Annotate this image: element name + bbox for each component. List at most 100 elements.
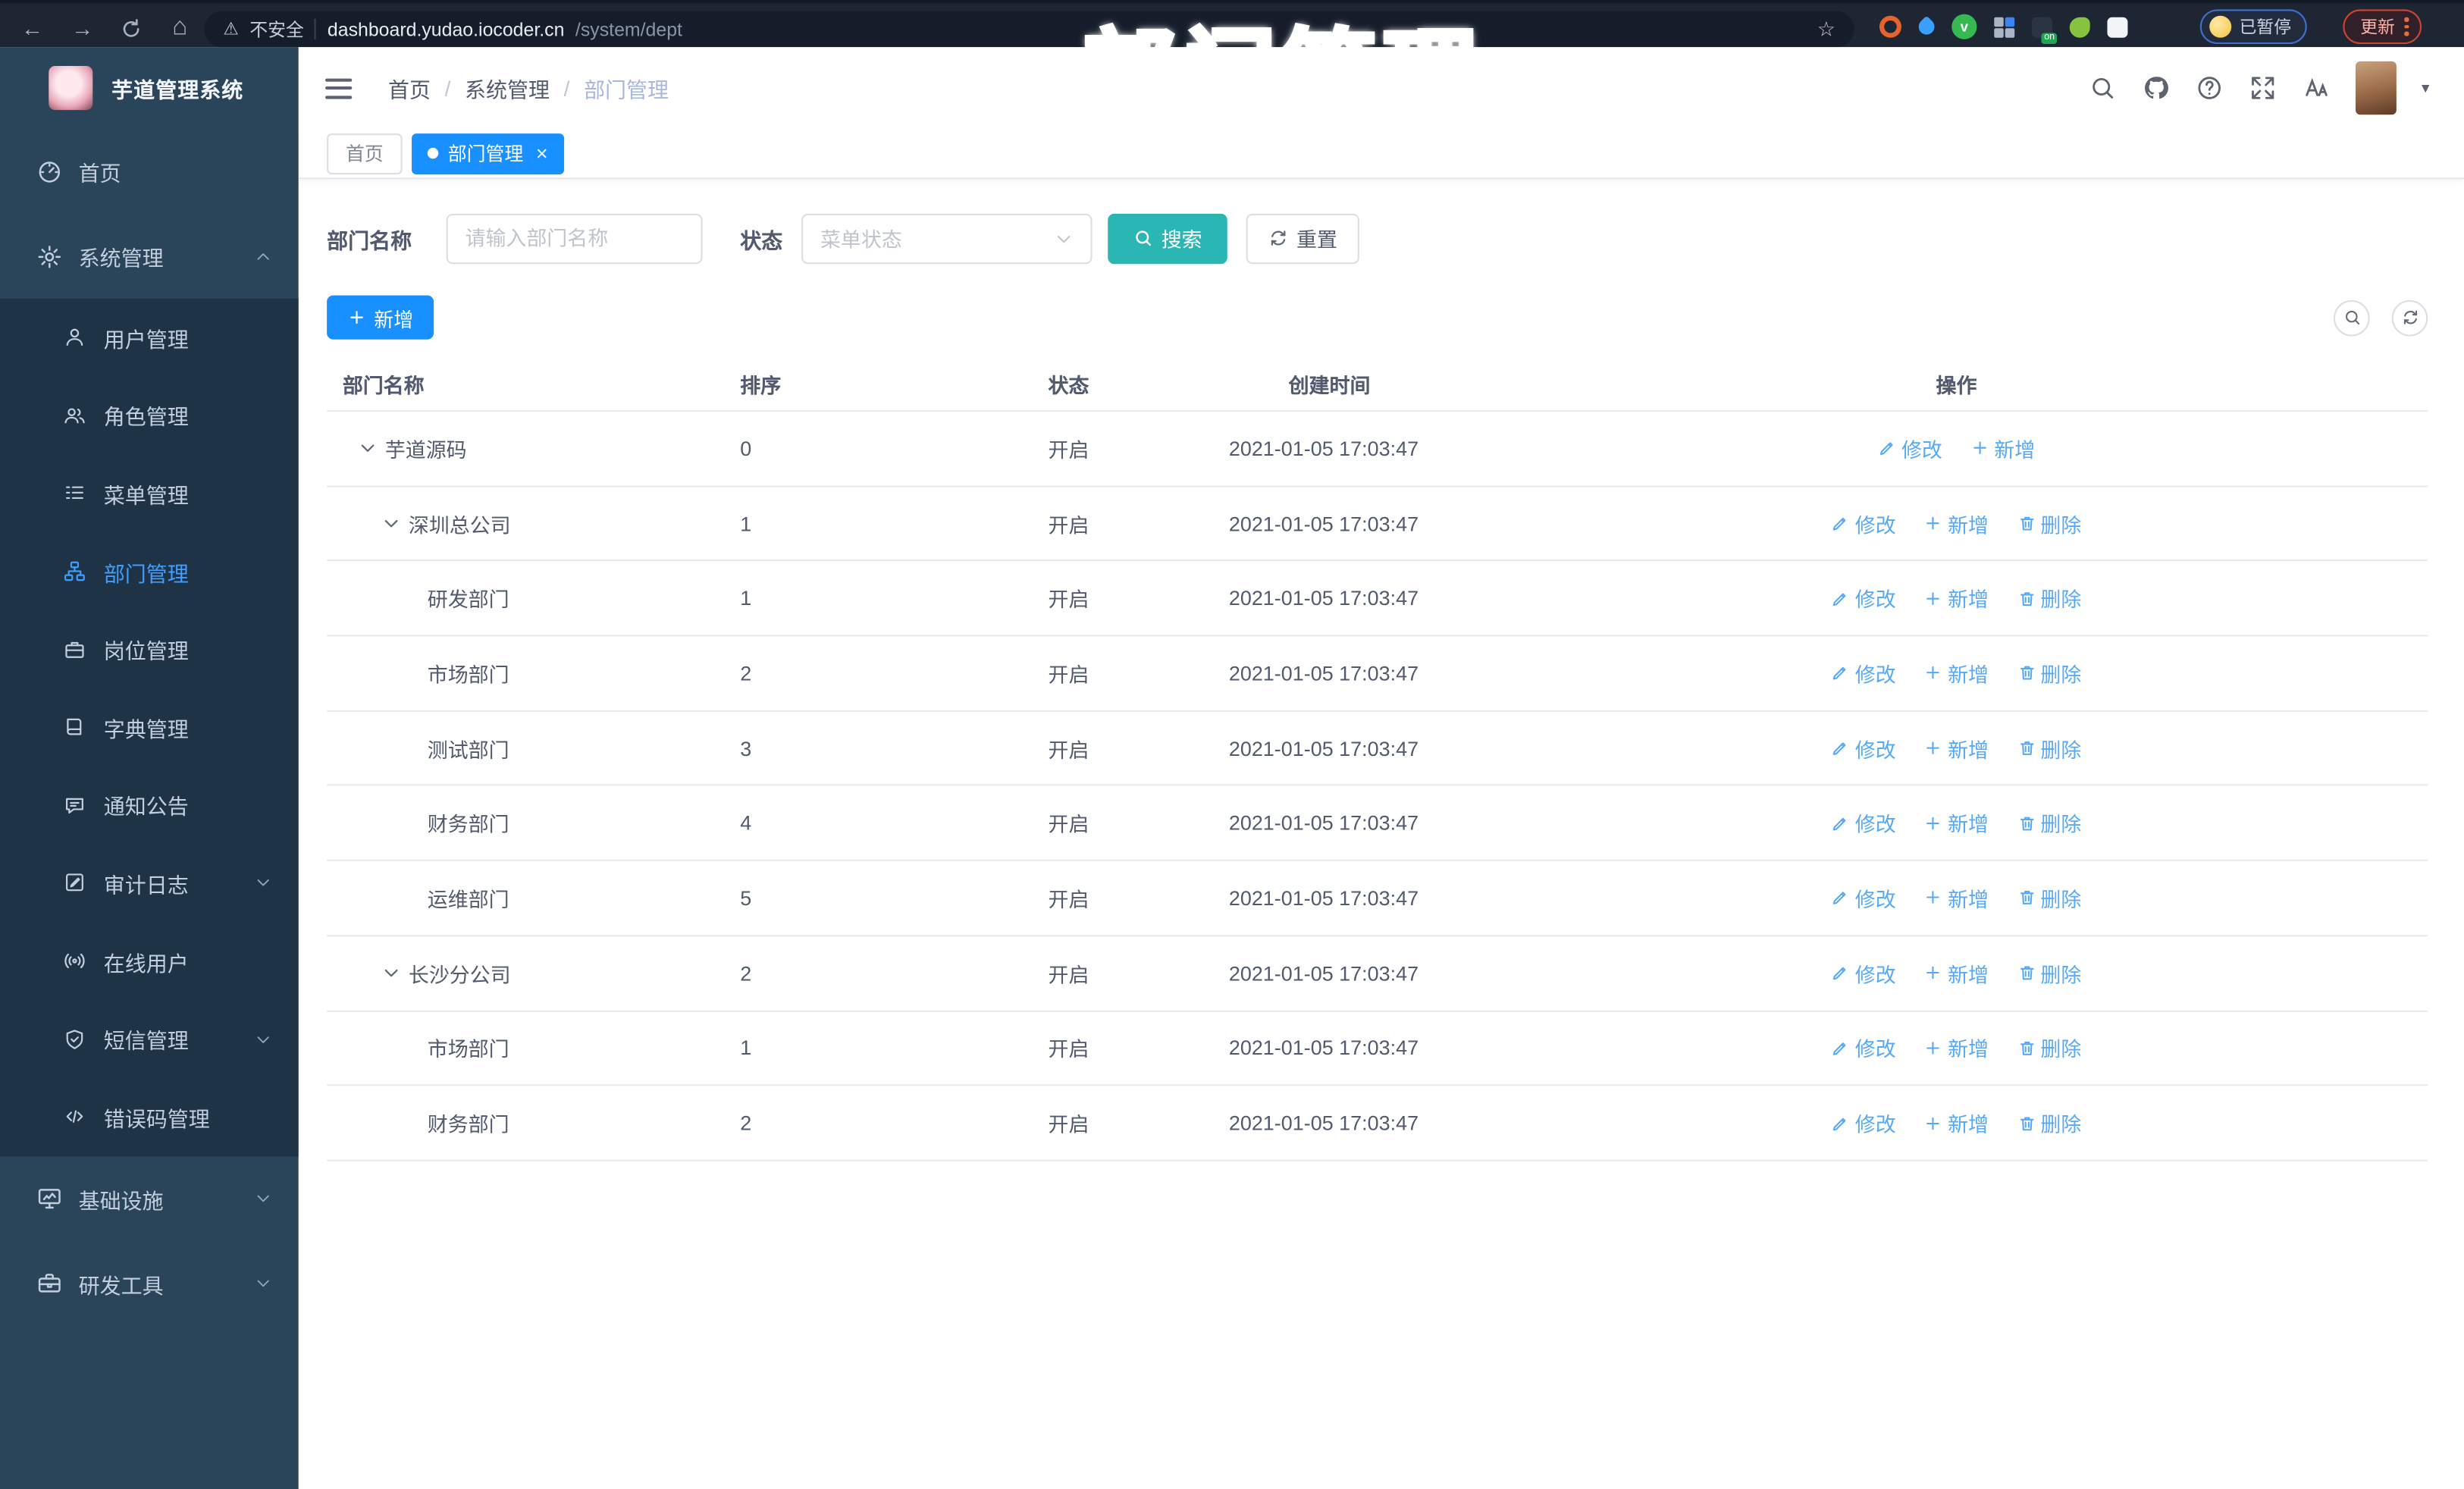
add-action-link[interactable]: 新增 [1924, 733, 1989, 763]
sidebar-item-notice-announcement[interactable]: 通知公告 [0, 766, 299, 845]
browser-update-button[interactable]: 更新 [2343, 9, 2422, 45]
trash-icon [2017, 738, 2036, 757]
breadcrumb-item[interactable]: 系统管理 [465, 72, 550, 103]
github-icon[interactable] [2142, 74, 2170, 102]
add-action-link[interactable]: 新增 [1924, 583, 1989, 613]
breadcrumb-item[interactable]: 首页 [388, 72, 431, 103]
delete-action-link[interactable]: 删除 [2017, 509, 2081, 538]
sidebar-item-dev-tools[interactable]: 研发工具 [0, 1240, 299, 1325]
sort-cell: 2 [740, 661, 752, 685]
dept-name-cell: 市场部门 [327, 658, 712, 688]
tree-expand-icon[interactable] [382, 964, 401, 983]
add-action-link[interactable]: 新增 [1924, 1033, 1989, 1062]
add-action-link[interactable]: 新增 [1924, 658, 1989, 688]
tab-dept-management[interactable]: 部门管理 × [412, 133, 564, 174]
add-action-link[interactable]: 新增 [1924, 808, 1989, 838]
extension-icon[interactable] [2107, 16, 2128, 37]
trash-icon [2017, 1114, 2036, 1133]
status-select[interactable]: 菜单状态 [801, 212, 1092, 264]
actions-cell: 修改 新增 删除 [1729, 958, 2184, 988]
sort-cell: 4 [740, 811, 752, 835]
sidebar-item-audit-log[interactable]: 审计日志 [0, 844, 299, 922]
user-icon [63, 326, 86, 350]
sidebar-item-dict-management[interactable]: 字典管理 [0, 688, 299, 766]
modify-action-link[interactable]: 修改 [1832, 808, 1896, 838]
sidebar-item-system-management[interactable]: 系统管理 [0, 214, 299, 299]
modify-action-link[interactable]: 修改 [1878, 434, 1942, 463]
modify-action-link[interactable]: 修改 [1832, 883, 1896, 913]
modify-action-link[interactable]: 修改 [1832, 1033, 1896, 1062]
forward-icon[interactable]: → [69, 15, 96, 42]
refresh-table-button[interactable] [2391, 299, 2428, 336]
plus-icon [1924, 514, 1943, 533]
help-icon[interactable] [2196, 74, 2224, 102]
browser-menu-icon[interactable] [2404, 17, 2409, 36]
update-label: 更新 [2360, 18, 2395, 38]
add-action-link[interactable]: 新增 [1924, 958, 1989, 988]
sidebar-item-post-management[interactable]: 岗位管理 [0, 610, 299, 688]
sidebar-item-home[interactable]: 首页 [0, 129, 299, 214]
dept-name: 长沙分公司 [408, 962, 511, 986]
extension-icon[interactable]: on [2032, 16, 2058, 43]
sidebar-item-dept-management[interactable]: 部门管理 [0, 532, 299, 610]
extension-icon[interactable] [1879, 15, 1901, 38]
toolbox-icon [36, 1270, 63, 1296]
sidebar-item-infrastructure[interactable]: 基础设施 [0, 1156, 299, 1241]
delete-action-link[interactable]: 删除 [2017, 1033, 2081, 1062]
fullscreen-icon[interactable] [2249, 74, 2277, 102]
delete-action-link[interactable]: 删除 [2017, 658, 2081, 688]
modify-action-link[interactable]: 修改 [1832, 658, 1896, 688]
add-action-link[interactable]: 新增 [1924, 1108, 1989, 1137]
add-action-link[interactable]: 新增 [1924, 883, 1989, 913]
address-bar[interactable]: ⚠ 不安全 dashboard.yudao.iocoder.cn/system/… [204, 11, 1854, 48]
delete-action-link[interactable]: 删除 [2017, 808, 2081, 838]
plus-icon [1924, 589, 1943, 608]
extension-icon[interactable] [2069, 16, 2090, 37]
table-header: 部门名称 排序 状态 创建时间 操作 [327, 359, 2428, 412]
sidebar-item-menu-management[interactable]: 菜单管理 [0, 454, 299, 532]
reset-button[interactable]: 重置 [1246, 212, 1359, 264]
tree-expand-icon[interactable] [359, 439, 378, 458]
delete-action-link[interactable]: 删除 [2017, 583, 2081, 613]
delete-action-link[interactable]: 删除 [2017, 733, 2081, 763]
user-avatar[interactable] [2355, 61, 2397, 115]
delete-action-link[interactable]: 删除 [2017, 958, 2081, 988]
sidebar-item-error-code-management[interactable]: 错误码管理 [0, 1078, 299, 1156]
extension-icon[interactable] [1994, 16, 2015, 37]
add-action-link[interactable]: 新增 [1924, 509, 1989, 538]
app-logo[interactable]: 芋道管理系统 [0, 47, 299, 129]
hamburger-icon[interactable] [325, 77, 353, 99]
toggle-search-button[interactable] [2333, 299, 2370, 336]
bookmark-star-icon[interactable]: ☆ [1817, 17, 1835, 42]
font-size-icon[interactable] [2302, 74, 2330, 102]
tab-home[interactable]: 首页 [327, 133, 403, 174]
close-tab-icon[interactable]: × [536, 143, 548, 164]
back-icon[interactable]: ← [19, 15, 45, 42]
dept-name-input[interactable] [446, 212, 703, 264]
tree-expand-icon[interactable] [382, 514, 401, 533]
modify-action-link[interactable]: 修改 [1832, 958, 1896, 988]
search-icon[interactable] [2089, 74, 2117, 102]
modify-action-link[interactable]: 修改 [1832, 733, 1896, 763]
sidebar-item-sms-management[interactable]: 短信管理 [0, 1000, 299, 1078]
sidebar-item-user-management[interactable]: 用户管理 [0, 299, 299, 377]
add-button[interactable]: 新增 [327, 295, 434, 340]
filter-form: 部门名称 状态 菜单状态 搜索 重置 [327, 212, 2428, 264]
profile-paused-chip[interactable]: 已暂停 [2199, 9, 2307, 45]
extension-icon[interactable] [1915, 15, 1938, 38]
delete-action-link[interactable]: 删除 [2017, 1108, 2081, 1137]
extension-icon[interactable]: v [1951, 14, 1977, 39]
search-button[interactable]: 搜索 [1108, 212, 1227, 264]
delete-action-link[interactable]: 删除 [2017, 883, 2081, 913]
modify-action-link[interactable]: 修改 [1832, 509, 1896, 538]
sidebar-item-online-users[interactable]: 在线用户 [0, 922, 299, 1000]
sort-cell: 0 [740, 436, 752, 460]
modify-action-link[interactable]: 修改 [1832, 1108, 1896, 1137]
reload-icon[interactable] [120, 17, 143, 40]
avatar-dropdown-icon[interactable]: ▾ [2422, 80, 2429, 97]
home-icon[interactable]: ⌂ [167, 14, 193, 42]
modify-action-link[interactable]: 修改 [1832, 583, 1896, 613]
sidebar-item-role-management[interactable]: 角色管理 [0, 377, 299, 455]
action-label: 修改 [1854, 663, 1896, 687]
add-action-link[interactable]: 新增 [1970, 434, 2035, 463]
